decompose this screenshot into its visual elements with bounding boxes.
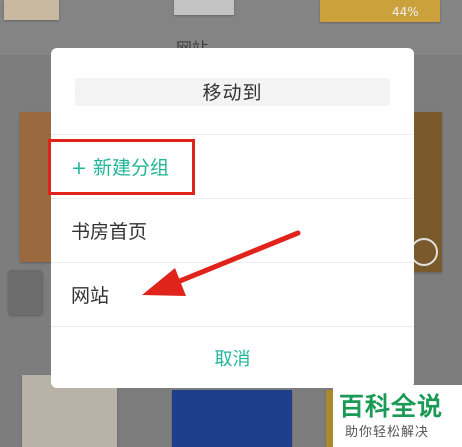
annotation-arrow-icon bbox=[142, 230, 301, 296]
watermark-title: 百科全说 bbox=[339, 392, 444, 421]
watermark-subtitle: 助你轻松解决 bbox=[345, 425, 430, 440]
watermark-logo: 百科全说 助你轻松解决 bbox=[333, 385, 462, 447]
